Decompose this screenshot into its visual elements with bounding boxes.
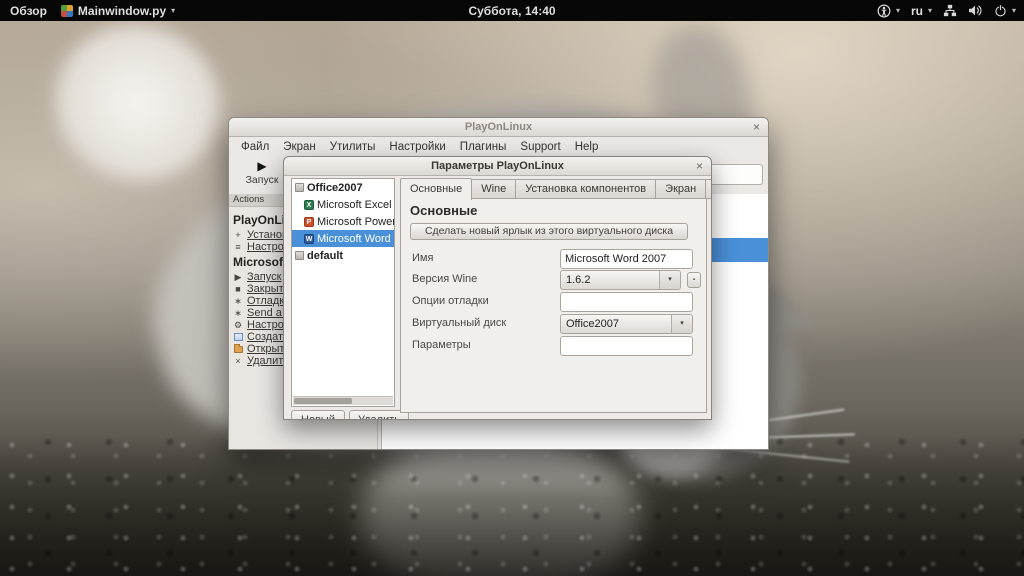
gear-icon: ⚙	[233, 320, 243, 330]
top-bar: Обзор Mainwindow.py ▾ Суббота, 14:40 ▾ r…	[0, 0, 1024, 21]
tree-item-label: Office2007	[307, 181, 363, 194]
new-drive-button[interactable]: Новый	[291, 410, 345, 419]
menu-help[interactable]: Help	[568, 141, 606, 153]
app-menu-button[interactable]: Mainwindow.py ▾	[60, 3, 176, 18]
powerpoint-icon: P	[304, 216, 314, 227]
scrollbar-thumb[interactable]	[294, 398, 352, 404]
wine-version-label: Версия Wine	[412, 273, 478, 285]
debug-options-field[interactable]	[560, 292, 693, 312]
window-titlebar[interactable]: PlayOnLinux ×	[229, 118, 768, 137]
volume-icon	[968, 5, 982, 16]
app-icon	[60, 4, 73, 17]
form-row-virtual-drive: Виртуальный диск Office2007 ▾	[410, 314, 697, 334]
virtual-drive-icon	[295, 183, 304, 192]
close-icon[interactable]: ×	[696, 157, 703, 175]
chevron-down-icon[interactable]: ▾	[659, 271, 680, 289]
run-button-label: Запуск	[245, 174, 279, 186]
excel-icon: X	[304, 199, 314, 210]
debug-options-label: Опции отладки	[412, 295, 489, 307]
plus-icon: +	[235, 230, 241, 240]
virtual-drive-icon	[295, 251, 304, 260]
tree-item-default[interactable]: default	[292, 247, 394, 264]
arguments-field[interactable]	[560, 336, 693, 356]
form-row-wine-version: Версия Wine 1.6.2 ▾ ▪	[410, 270, 701, 290]
tab-display[interactable]: Экран	[656, 179, 707, 199]
make-shortcut-button[interactable]: Сделать новый ярлык из этого виртуальног…	[410, 223, 688, 240]
tab-wine[interactable]: Wine	[472, 179, 517, 199]
remove-icon: ×	[235, 356, 241, 366]
wine-version-select[interactable]: 1.6.2 ▾	[560, 270, 681, 290]
desktop: Обзор Mainwindow.py ▾ Суббота, 14:40 ▾ r…	[0, 0, 1024, 576]
arguments-label: Параметры	[412, 339, 471, 351]
menu-support[interactable]: Support	[513, 141, 567, 153]
tab-panel-general: Основные Сделать новый ярлык из этого ви…	[400, 198, 707, 413]
tree-item-office2007[interactable]: Office2007	[292, 179, 394, 196]
app-menu-label: Mainwindow.py	[77, 3, 167, 18]
tab-misc[interactable]: Разное	[706, 179, 711, 199]
manage-wine-versions-button[interactable]: ▪	[687, 272, 701, 288]
tree-item-label: default	[307, 249, 344, 262]
debug-icon: ∗	[234, 296, 242, 306]
close-icon[interactable]: ×	[753, 118, 760, 136]
horizontal-scrollbar[interactable]	[293, 396, 393, 405]
selected-value: 1.6.2	[566, 274, 591, 286]
dialog-titlebar[interactable]: Параметры PlayOnLinux ×	[284, 157, 711, 176]
form-row-debug-options: Опции отладки	[410, 292, 697, 312]
tree-item-label: Microsoft Excel 2007	[317, 198, 394, 211]
chevron-down-icon: ▾	[895, 6, 900, 15]
tree-item-label: Microsoft Word 2007	[317, 232, 394, 245]
tab-install-components[interactable]: Установка компонентов	[516, 179, 657, 199]
network-indicator[interactable]	[943, 4, 957, 17]
menu-file[interactable]: Файл	[234, 141, 276, 153]
tree-item-excel[interactable]: X Microsoft Excel 2007	[292, 196, 394, 213]
form-row-arguments: Параметры	[410, 336, 697, 356]
play-icon: ▶	[234, 272, 242, 282]
menu-bar: Файл Экран Утилиты Настройки Плагины Sup…	[229, 137, 768, 156]
activities-button[interactable]: Обзор	[10, 4, 47, 18]
menu-settings[interactable]: Настройки	[382, 141, 452, 153]
keyboard-layout-menu[interactable]: ru ▾	[911, 4, 932, 18]
accessibility-menu[interactable]: ▾	[877, 4, 900, 18]
gravel-ground	[0, 436, 1024, 576]
folder-icon	[234, 343, 243, 353]
volume-indicator[interactable]	[968, 4, 983, 17]
selected-value: Office2007	[566, 318, 620, 330]
form-row-name: Имя	[410, 249, 697, 269]
chevron-down-icon: ▾	[171, 6, 176, 15]
tree-item-label: Microsoft PowerPoint 2007	[317, 215, 394, 228]
panel-heading: Основные	[410, 203, 478, 218]
clock[interactable]: Суббота, 14:40	[468, 4, 555, 18]
name-field[interactable]	[560, 249, 693, 269]
word-icon: W	[304, 233, 314, 244]
cat-paw-shape	[33, 21, 242, 204]
stop-icon: ■	[235, 284, 241, 294]
power-menu[interactable]: ▾	[994, 4, 1016, 17]
settings-dialog: Параметры PlayOnLinux × Office2007 X Mic…	[283, 156, 712, 420]
name-label: Имя	[412, 252, 434, 264]
sidebar-item-label: Запуск	[247, 271, 282, 283]
keyboard-layout-label: ru	[910, 3, 923, 18]
menu-display[interactable]: Экран	[276, 141, 322, 153]
tree-buttons: Новый Удалить	[291, 410, 409, 419]
power-icon	[995, 4, 1006, 17]
chevron-down-icon[interactable]: ▾	[671, 315, 692, 333]
window-title: PlayOnLinux	[464, 121, 533, 133]
list-icon: ≡	[235, 242, 241, 252]
report-icon: ∗	[234, 308, 242, 318]
virtual-drive-select[interactable]: Office2007 ▾	[560, 314, 693, 334]
drives-tree: Office2007 X Microsoft Excel 2007 P Micr…	[291, 178, 395, 407]
dialog-title: Параметры PlayOnLinux	[431, 160, 564, 172]
chevron-down-icon: ▾	[1011, 6, 1016, 15]
menu-plugins[interactable]: Плагины	[453, 141, 514, 153]
tree-item-powerpoint[interactable]: P Microsoft PowerPoint 2007	[292, 213, 394, 230]
chevron-down-icon: ▾	[927, 6, 932, 15]
accessibility-icon	[877, 4, 891, 17]
tree-item-word-selected[interactable]: W Microsoft Word 2007	[292, 230, 394, 247]
menu-tools[interactable]: Утилиты	[323, 141, 383, 153]
tab-general[interactable]: Основные	[400, 178, 473, 200]
virtual-drive-label: Виртуальный диск	[412, 317, 507, 329]
shortcut-icon	[234, 333, 243, 341]
dialog-tabs: Основные Wine Установка компонентов Экра…	[400, 177, 711, 200]
network-icon	[943, 4, 957, 17]
